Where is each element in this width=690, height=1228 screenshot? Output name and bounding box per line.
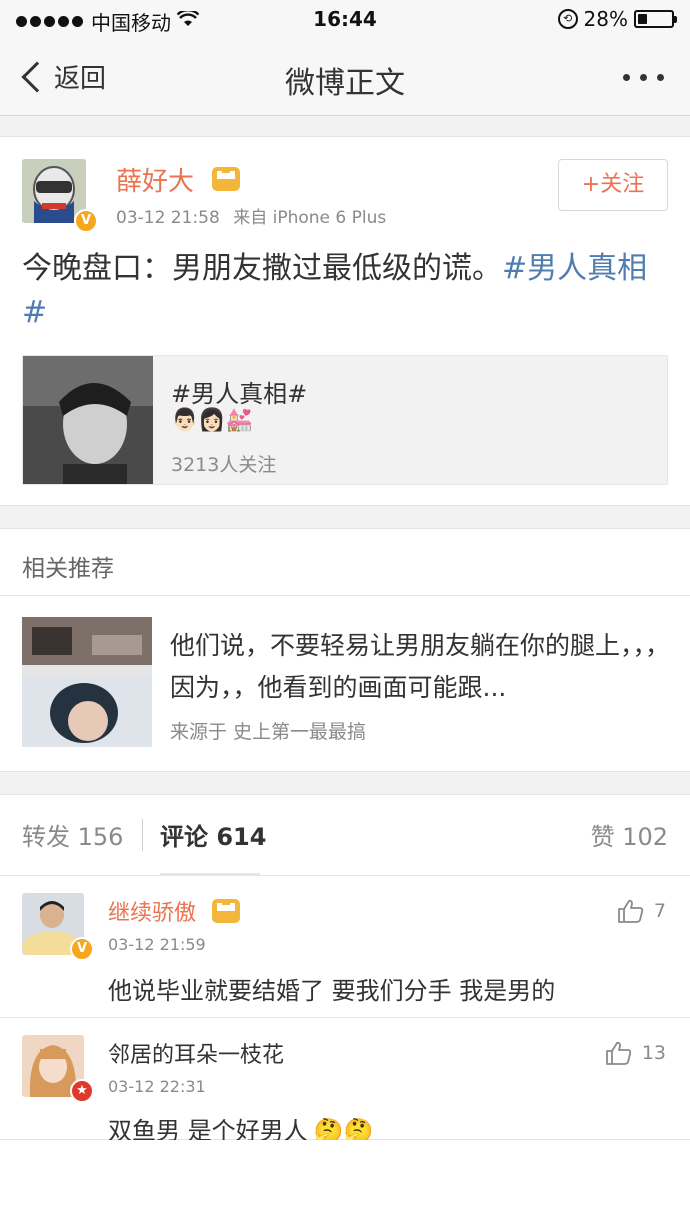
post-time: 03-12 21:58 <box>116 208 220 228</box>
vip-crown-icon <box>212 167 240 191</box>
bottom-toolbar <box>0 1140 690 1228</box>
chevron-left-icon <box>21 60 53 93</box>
back-label: 返回 <box>54 64 107 94</box>
battery-icon <box>634 10 677 28</box>
more-button[interactable] <box>623 74 664 81</box>
comment-like-count: 7 <box>653 900 666 922</box>
verified-badge-icon: V <box>70 937 94 961</box>
post-source: 来自 iPhone 6 Plus <box>233 208 387 228</box>
post-card: V 薛好大 03-12 21:58 来自 iPhone 6 Plus +关注 今… <box>0 136 690 506</box>
tab-repost[interactable]: 转发 156 <box>22 817 123 852</box>
recommend-thumbnail[interactable] <box>22 617 152 747</box>
recommend-card: 相关推荐 他们说，不要轻易让男朋友躺在你的腿上，，，因为，，他看到的画面可能跟.… <box>0 528 690 772</box>
battery-percent: 28% <box>583 7 628 31</box>
comment-like-button[interactable]: 7 <box>618 899 666 923</box>
navigation-bar: 返回 微博正文 <box>0 40 690 116</box>
tab-separator <box>142 819 143 851</box>
thumbs-up-icon <box>618 899 644 923</box>
rotation-lock-icon: ⟲ <box>557 9 578 29</box>
topic-followers: 3213人关注 <box>171 454 277 476</box>
divider <box>0 595 690 596</box>
post-text: 今晚盘口：男朋友撒过最低级的谎。#男人真相# <box>22 247 662 335</box>
member-badge-icon: ★ <box>70 1079 94 1103</box>
topic-title: #男人真相# <box>171 380 308 408</box>
tab-likes[interactable]: 赞 102 <box>591 817 668 852</box>
comments-card: 转发 156 评论 614 赞 102 V 继续骄傲 03-12 21:59 他… <box>0 794 690 1145</box>
recommend-source: 来源于 史上第一最最搞 <box>170 721 367 743</box>
topic-emoji: 👨🏻👩🏻💒 <box>171 408 254 433</box>
status-bar: 中国移动 16:44 ⟲ 28% <box>0 0 690 40</box>
vip-crown-icon <box>212 899 240 923</box>
commenter-name[interactable]: 邻居的耳朵一枝花 <box>108 1037 284 1069</box>
comment-text: 他说毕业就要结婚了 要我们分手 我是男的 <box>108 977 556 1005</box>
verified-badge-icon: V <box>74 209 98 233</box>
comment-like-count: 13 <box>641 1042 666 1064</box>
author-name[interactable]: 薛好大 <box>116 161 194 198</box>
post-body: 今晚盘口：男朋友撒过最低级的谎。 <box>22 251 502 286</box>
tab-bar: 转发 156 评论 614 赞 102 <box>0 795 690 875</box>
comment-like-button[interactable]: 13 <box>605 1041 666 1065</box>
back-button[interactable]: 返回 <box>20 58 106 95</box>
comment-time: 03-12 22:31 <box>108 1077 206 1096</box>
comment-time: 03-12 21:59 <box>108 935 206 954</box>
tab-comments[interactable]: 评论 614 <box>160 817 266 852</box>
post-meta: 03-12 21:58 来自 iPhone 6 Plus <box>116 203 386 228</box>
comment-item: V 继续骄傲 03-12 21:59 他说毕业就要结婚了 要我们分手 我是男的 … <box>0 875 690 1015</box>
topic-card[interactable]: #男人真相# 👨🏻👩🏻💒 3213人关注 <box>22 355 668 485</box>
recommend-text[interactable]: 他们说，不要轻易让男朋友躺在你的腿上，，，因为，，他看到的画面可能跟... <box>170 625 670 709</box>
topic-thumbnail <box>23 356 153 484</box>
recommend-header: 相关推荐 <box>22 556 114 582</box>
commenter-name[interactable]: 继续骄傲 <box>108 895 196 927</box>
comment-item: ★ 邻居的耳朵一枝花 03-12 22:31 双鱼男 是个好男人 🤔🤔 13 <box>0 1017 690 1145</box>
follow-button[interactable]: +关注 <box>558 159 668 211</box>
thumbs-up-icon <box>605 1041 632 1065</box>
